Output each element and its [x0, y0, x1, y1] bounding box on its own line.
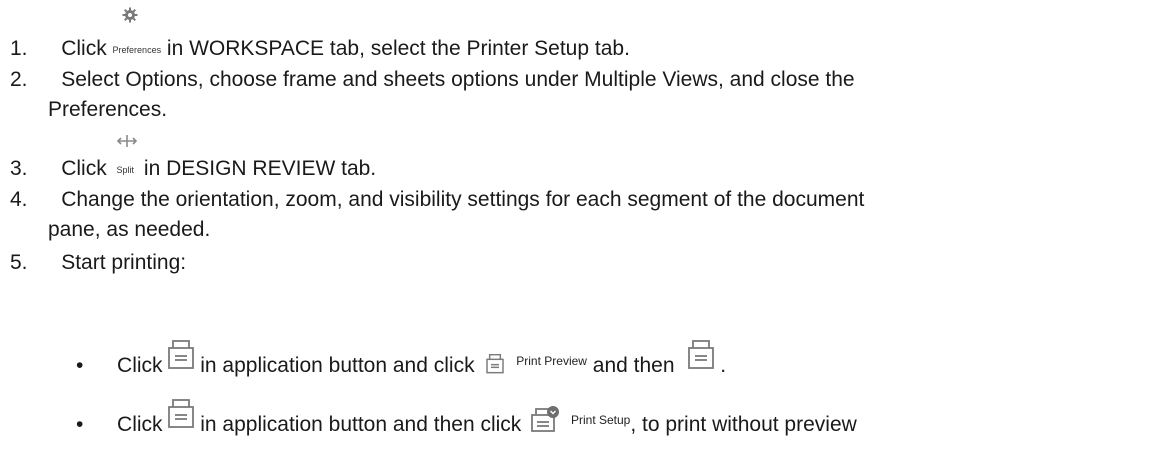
- step-text: Preferences.: [48, 98, 168, 121]
- bullet-marker: •: [76, 354, 84, 377]
- split-label: Split: [116, 165, 135, 175]
- step-number: 3.: [10, 157, 28, 180]
- step-text: in DESIGN REVIEW tab.: [143, 157, 377, 180]
- step-5: 5. Start printing:: [10, 250, 186, 276]
- step-1: 1. Click Preferences in WORKSPACE tab, s…: [10, 36, 630, 63]
- bullet-text: , to print without preview: [630, 413, 857, 436]
- gear-icon: [122, 7, 138, 23]
- step-4-cont: pane, as needed.: [48, 217, 210, 243]
- document-page: { "steps": [ { "number": "1.", "click": …: [0, 0, 1172, 454]
- step-number: 1.: [10, 37, 28, 60]
- bullet-marker: •: [76, 413, 84, 436]
- step-4: 4. Change the orientation, zoom, and vis…: [10, 187, 864, 213]
- bullet-1: • Click in application button and click …: [76, 340, 726, 379]
- step-text: in WORKSPACE tab, select the Printer Set…: [166, 37, 630, 60]
- step-text: pane, as needed.: [48, 218, 211, 241]
- printer-setup-icon: [531, 406, 560, 432]
- bullet-text: Click: [117, 354, 163, 377]
- print-setup-label: Print Setup: [570, 413, 631, 427]
- bullet-text: and then: [592, 354, 675, 377]
- step-3: 3. Click Split in DESIGN REVIEW tab.: [10, 156, 376, 183]
- printer-icon: [486, 354, 505, 374]
- step-text: Click: [61, 157, 107, 180]
- step-text: Start printing:: [61, 251, 187, 274]
- step-2: 2. Select Options, choose frame and shee…: [10, 67, 855, 93]
- step-text: Click: [61, 37, 107, 60]
- step-number: 4.: [10, 188, 28, 211]
- bullet-text: in application button and click: [200, 354, 475, 377]
- printer-icon: [688, 340, 715, 369]
- preferences-label: Preferences: [112, 45, 162, 55]
- split-arrows-icon: [116, 135, 138, 147]
- printer-icon: [168, 399, 195, 428]
- bullet-text: .: [720, 354, 727, 377]
- bullet-text: Click: [117, 413, 163, 436]
- print-preview-label: Print Preview: [516, 354, 587, 368]
- step-text: Change the orientation, zoom, and visibi…: [61, 188, 865, 211]
- step-number: 5.: [10, 251, 28, 274]
- bullet-text: in application button and then click: [200, 413, 522, 436]
- step-2-cont: Preferences.: [48, 97, 167, 123]
- step-number: 2.: [10, 68, 28, 91]
- bullet-2: • Click in application button and then c…: [76, 399, 857, 438]
- printer-icon: [168, 340, 195, 369]
- step-text: Select Options, choose frame and sheets …: [61, 68, 855, 91]
